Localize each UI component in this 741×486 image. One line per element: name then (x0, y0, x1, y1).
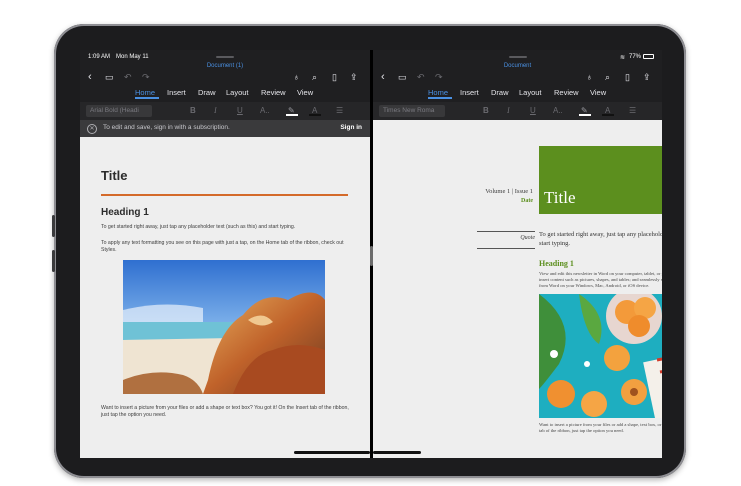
subscription-message: To edit and save, sign in with a subscri… (103, 124, 230, 131)
tab-insert[interactable]: Insert (167, 88, 186, 97)
share-icon[interactable]: ⇪ (643, 72, 651, 83)
tab-insert[interactable]: Insert (460, 88, 479, 97)
doc-quote[interactable]: Quote (477, 235, 535, 241)
more-format-icon[interactable]: A.. (553, 105, 563, 117)
battery-level: 77% (629, 54, 642, 60)
tab-view[interactable]: View (590, 88, 606, 97)
tab-draw[interactable]: Draw (491, 88, 509, 97)
doc-title[interactable]: Title (101, 168, 128, 183)
toolbar: 1:09 AM Mon May 11 Document (1) ‹ ▭ ↶ ↷ … (80, 50, 370, 102)
tab-review[interactable]: Review (261, 88, 286, 97)
close-icon[interactable]: ✕ (87, 124, 97, 134)
format-bar: Times New Roma B I U A.. ✎ A ☰ (373, 102, 662, 120)
tab-home[interactable]: Home (135, 88, 155, 97)
left-word-pane: 1:09 AM Mon May 11 Document (1) ‹ ▭ ↶ ↷ … (80, 50, 370, 458)
back-icon[interactable]: ‹ (381, 72, 385, 83)
title-rule (101, 194, 348, 196)
file-icon[interactable]: ▭ (398, 72, 407, 83)
bold-icon[interactable]: B (483, 105, 489, 117)
font-color-swatch (309, 114, 321, 116)
subscription-banner: ✕ To edit and save, sign in with a subsc… (80, 120, 370, 137)
file-icon[interactable]: ▭ (105, 72, 114, 83)
multitask-grabber[interactable] (216, 56, 234, 58)
doc-title[interactable]: Title (544, 188, 576, 208)
home-indicator[interactable] (294, 451, 370, 454)
underline-icon[interactable]: U (530, 105, 536, 117)
font-selector[interactable]: Times New Roma (379, 105, 445, 117)
redo-icon[interactable]: ↷ (435, 72, 443, 83)
quote-rule-bottom (477, 248, 535, 249)
more-format-icon[interactable]: A.. (260, 105, 270, 117)
volume-issue[interactable]: Volume 1 | Issue 1 (457, 188, 533, 195)
doc-paragraph[interactable]: To apply any text formatting you see on … (101, 240, 351, 254)
phone-view-icon[interactable]: ▯ (332, 72, 337, 83)
font-selector[interactable]: Arial Bold (Headi (86, 105, 152, 117)
home-indicator[interactable] (373, 451, 421, 454)
active-tab-indicator (135, 97, 159, 99)
lightbulb-icon[interactable]: ♁ (586, 72, 593, 83)
doc-date[interactable]: Date (457, 198, 533, 204)
phone-view-icon[interactable]: ▯ (625, 72, 630, 83)
search-icon[interactable]: ⌕ (605, 72, 610, 83)
redo-icon[interactable]: ↷ (142, 72, 150, 83)
bold-icon[interactable]: B (190, 105, 196, 117)
lightbulb-icon[interactable]: ♁ (293, 72, 300, 83)
quote-rule-top (477, 231, 535, 232)
list-icon[interactable]: ☰ (336, 105, 343, 117)
doc-paragraph[interactable]: View and edit this newsletter in Word on… (539, 271, 662, 290)
tab-review[interactable]: Review (554, 88, 579, 97)
font-color-swatch (602, 114, 614, 116)
side-button (52, 250, 55, 272)
doc-paragraph[interactable]: Want to insert a picture from your files… (101, 405, 351, 419)
doc-paragraph[interactable]: Want to insert a picture from your files… (539, 422, 662, 434)
share-icon[interactable]: ⇪ (350, 72, 358, 83)
active-tab-indicator (428, 97, 452, 99)
multitask-grabber[interactable] (509, 56, 527, 58)
doc-intro[interactable]: To get started right away, just tap any … (539, 230, 662, 248)
undo-icon[interactable]: ↶ (124, 72, 132, 83)
highlight-swatch (579, 114, 591, 116)
status-date: Mon May 11 (116, 54, 149, 60)
italic-icon[interactable]: I (214, 105, 217, 117)
back-icon[interactable]: ‹ (88, 72, 92, 83)
search-icon[interactable]: ⌕ (312, 72, 317, 83)
doc-heading[interactable]: Heading 1 (101, 207, 149, 218)
underline-icon[interactable]: U (237, 105, 243, 117)
document-title[interactable]: Document (1) (80, 63, 370, 69)
list-icon[interactable]: ☰ (629, 105, 636, 117)
tab-draw[interactable]: Draw (198, 88, 216, 97)
undo-icon[interactable]: ↶ (417, 72, 425, 83)
format-bar: Arial Bold (Headi B I U A.. ✎ A ☰ (80, 102, 370, 120)
tab-layout[interactable]: Layout (226, 88, 249, 97)
sign-in-button[interactable]: Sign in (340, 124, 362, 131)
doc-paragraph[interactable]: To get started right away, just tap any … (101, 224, 351, 231)
side-button (52, 215, 55, 237)
beach-rocks-image[interactable] (123, 260, 325, 394)
tab-view[interactable]: View (297, 88, 313, 97)
status-time: 1:09 AM (88, 54, 111, 60)
highlight-swatch (286, 114, 298, 116)
document-title[interactable]: Document (373, 63, 662, 69)
battery-icon (643, 54, 654, 59)
fruit-image[interactable] (539, 294, 662, 418)
doc-heading[interactable]: Heading 1 (539, 259, 574, 268)
italic-icon[interactable]: I (507, 105, 510, 117)
right-word-pane: ≋ 77% Document ‹ ▭ ↶ ↷ ♁ ⌕ ▯ ⇪ Home Inse… (373, 50, 662, 458)
tab-home[interactable]: Home (428, 88, 448, 97)
wifi-icon: ≋ (620, 55, 626, 61)
ipad-screen: 1:09 AM Mon May 11 Document (1) ‹ ▭ ↶ ↷ … (80, 50, 662, 458)
tab-layout[interactable]: Layout (519, 88, 542, 97)
toolbar: ≋ 77% Document ‹ ▭ ↶ ↷ ♁ ⌕ ▯ ⇪ Home Inse… (373, 50, 662, 102)
